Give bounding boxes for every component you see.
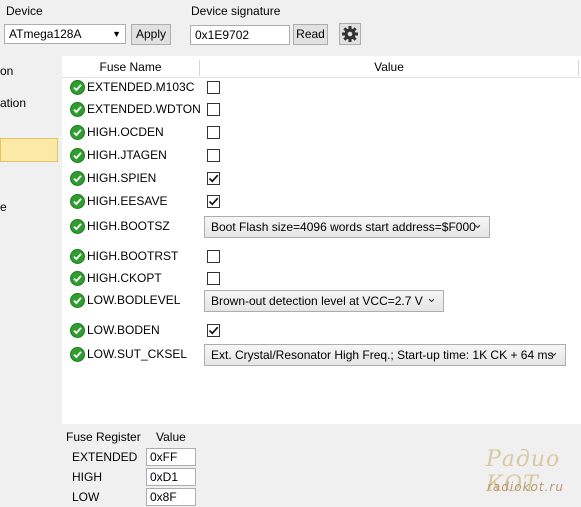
fuse-select[interactable]: Brown-out detection level at VCC=2.7 V ⌄ [204, 290, 444, 312]
device-label: Device [6, 4, 43, 18]
check-circle-icon [70, 293, 85, 308]
check-circle-icon [70, 194, 85, 209]
read-button[interactable]: Read [293, 24, 328, 45]
fuse-select[interactable]: Ext. Crystal/Resonator High Freq.; Start… [204, 344, 566, 366]
fuse-name: HIGH.OCDEN [87, 125, 164, 139]
fuse-checkbox[interactable] [207, 324, 220, 337]
fuse-row: LOW.BODLEVEL Brown-out detection level at… [62, 290, 581, 312]
fuse-row: HIGH.BOOTRST [62, 246, 581, 268]
nav-item-1[interactable]: on [0, 64, 13, 78]
check-circle-icon [70, 323, 85, 338]
check-circle-icon [70, 125, 85, 140]
fuse-name: LOW.BODLEVEL [87, 293, 181, 307]
fuse-row: EXTENDED.WDTON [62, 99, 581, 121]
chevron-down-icon: ▼ [112, 29, 121, 39]
col-value[interactable]: Value [200, 58, 578, 78]
check-circle-icon [70, 271, 85, 286]
nav-item-3[interactable]: e [0, 200, 7, 214]
fuse-row: HIGH.JTAGEN [62, 145, 581, 167]
fuse-name: LOW.BODEN [87, 323, 160, 337]
fuse-name: EXTENDED.WDTON [87, 102, 201, 116]
fuse-row: HIGH.SPIEN [62, 168, 581, 190]
fuse-name: HIGH.BOOTSZ [87, 219, 170, 233]
register-value-field[interactable]: 0xFF [146, 448, 196, 466]
fuse-checkbox[interactable] [207, 126, 220, 139]
register-value-field[interactable]: 0x8F [146, 488, 196, 506]
apply-button[interactable]: Apply [131, 24, 171, 45]
fuse-row: LOW.SUT_CKSEL Ext. Crystal/Resonator High… [62, 344, 581, 366]
fuse-checkbox[interactable] [207, 81, 220, 94]
fuse-checkbox[interactable] [207, 103, 220, 116]
register-col-name: Fuse Register [66, 430, 141, 444]
fuse-row: HIGH.CKOPT [62, 268, 581, 290]
fuse-row: EXTENDED.M103C [62, 77, 581, 99]
nav-item-2[interactable]: ation [0, 96, 26, 110]
check-circle-icon [70, 80, 85, 95]
nav-item-selected[interactable] [0, 138, 58, 162]
toolbar: Device ATmega128A ▼ Apply Device signatu… [0, 0, 581, 56]
signature-label: Device signature [191, 4, 281, 18]
fuse-select-value: Boot Flash size=4096 words start address… [211, 220, 476, 234]
device-select[interactable]: ATmega128A ▼ [4, 24, 126, 44]
checkmark-icon [208, 326, 219, 335]
fuse-select[interactable]: Boot Flash size=4096 words start address… [204, 216, 490, 238]
fuse-register-table: Fuse Register Value EXTENDED 0xFF HIGH 0xD1… [62, 428, 202, 507]
fuse-checkbox[interactable] [207, 195, 220, 208]
register-value-field[interactable]: 0xD1 [146, 468, 196, 486]
checkmark-icon [208, 197, 219, 206]
gear-icon [342, 26, 358, 42]
fuse-row: HIGH.BOOTSZ Boot Flash size=4096 words st… [62, 216, 581, 238]
column-divider[interactable] [578, 60, 579, 76]
register-col-value: Value [156, 430, 186, 444]
watermark-url: radiokot.ru [487, 480, 564, 494]
fuse-checkbox[interactable] [207, 172, 220, 185]
check-circle-icon [70, 219, 85, 234]
left-nav: on ation e [0, 56, 62, 507]
fuse-name: HIGH.SPIEN [87, 171, 157, 185]
fuse-row: LOW.BODEN [62, 320, 581, 342]
fuse-select-value: Ext. Crystal/Resonator High Freq.; Start… [211, 348, 554, 362]
fuse-name: EXTENDED.M103C [87, 80, 195, 94]
register-name: HIGH [72, 470, 102, 484]
fuse-select-value: Brown-out detection level at VCC=2.7 V [211, 294, 423, 308]
fuse-checkbox[interactable] [207, 250, 220, 263]
fuse-checkbox[interactable] [207, 272, 220, 285]
check-circle-icon [70, 148, 85, 163]
fuse-name: HIGH.BOOTRST [87, 249, 179, 263]
grid-header: Fuse Name Value [62, 58, 581, 78]
col-fuse-name[interactable]: Fuse Name [62, 58, 199, 78]
fuse-grid: Fuse Name Value EXTENDED.M103C EXTENDED.W… [62, 56, 581, 424]
check-circle-icon [70, 171, 85, 186]
chevron-down-icon: ⌄ [548, 344, 559, 359]
fuse-row: HIGH.OCDEN [62, 122, 581, 144]
device-select-value: ATmega128A [9, 27, 82, 41]
check-circle-icon [70, 249, 85, 264]
fuse-checkbox[interactable] [207, 149, 220, 162]
checkmark-icon [208, 174, 219, 183]
fuse-name: HIGH.EESAVE [87, 194, 168, 208]
check-circle-icon [70, 347, 85, 362]
signature-field[interactable]: 0x1E9702 [190, 25, 290, 45]
check-circle-icon [70, 102, 85, 117]
fuse-name: HIGH.CKOPT [87, 271, 162, 285]
chevron-down-icon: ⌄ [472, 216, 483, 231]
settings-button[interactable] [339, 23, 361, 45]
register-name: EXTENDED [72, 450, 138, 464]
fuse-name: HIGH.JTAGEN [87, 148, 167, 162]
fuse-name: LOW.SUT_CKSEL [87, 347, 188, 361]
fuse-row: HIGH.EESAVE [62, 191, 581, 213]
chevron-down-icon: ⌄ [426, 290, 437, 305]
register-name: LOW [72, 490, 100, 504]
